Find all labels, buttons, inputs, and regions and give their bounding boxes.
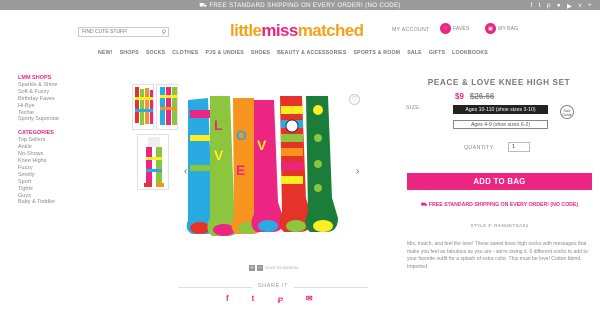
- bag-icon: ▣: [485, 23, 496, 34]
- twitter-icon[interactable]: t: [539, 2, 541, 10]
- main-product-image[interactable]: L V O E V: [178, 80, 368, 262]
- plus-icon[interactable]: +: [588, 2, 592, 10]
- search-icon[interactable]: ⚲: [162, 29, 166, 36]
- pinterest-share-icon[interactable]: ℘: [277, 294, 283, 303]
- sidebar-item[interactable]: Ankle: [18, 144, 108, 151]
- quantity-label: QUANTITY:: [464, 145, 495, 151]
- add-to-faves-button[interactable]: ♡: [349, 94, 360, 105]
- sidebar-item[interactable]: Knee Highs: [18, 158, 108, 165]
- sidebar-item[interactable]: Soft & Fuzzy: [18, 89, 108, 96]
- size-guide-button[interactable]: Size Guide: [560, 105, 574, 119]
- nav-gifts[interactable]: GIFTS: [429, 50, 445, 56]
- svg-text:E: E: [236, 162, 245, 178]
- search-box: ⚲: [78, 27, 169, 37]
- thumbnail-socks-image: [135, 87, 153, 125]
- zoom-controls: + − CLICK TO ZOOM IN: [249, 265, 298, 271]
- main-nav: NEW! SHOPS SOCKS CLOTHES PJS & UNDIES SH…: [98, 50, 488, 56]
- sidebar-item[interactable]: Birthday Faves: [18, 96, 108, 103]
- original-price: $26.66: [469, 92, 495, 101]
- svg-text:O: O: [236, 127, 247, 143]
- sidebar-item[interactable]: Tights: [18, 186, 108, 193]
- sidebar-item[interactable]: Sparkle & Shine: [18, 82, 108, 89]
- size-option-selected[interactable]: Ages 10-110 (shoe sizes 3-10): [453, 105, 548, 114]
- promo-bar: ⛟ FREE STANDARD SHIPPING ON EVERY ORDER!…: [0, 0, 600, 10]
- youtube-icon[interactable]: ▶: [567, 2, 572, 10]
- twitter-share-icon[interactable]: t: [252, 294, 255, 303]
- my-bag-link[interactable]: ▣ MY BAG: [485, 23, 518, 34]
- sidebar-item[interactable]: Baby & Toddler: [18, 199, 108, 206]
- zoom-hint: CLICK TO ZOOM IN: [265, 266, 298, 270]
- chevron-right-icon[interactable]: ›: [356, 166, 359, 177]
- vine-icon[interactable]: v: [578, 2, 582, 10]
- pinterest-icon[interactable]: p: [547, 2, 551, 10]
- nav-sports-room[interactable]: SPORTS & ROOM: [354, 50, 401, 56]
- site-logo[interactable]: littlemissmatched: [230, 21, 364, 41]
- sidebar-item[interactable]: Hi-Bye: [18, 103, 108, 110]
- nav-clothes[interactable]: CLOTHES: [172, 50, 198, 56]
- truck-icon: ⛟: [199, 2, 208, 9]
- product-thumbnail[interactable]: [132, 84, 154, 130]
- product-title: PEACE & LOVE KNEE HIGH SET: [427, 78, 571, 87]
- truck-icon: ⛟: [420, 202, 428, 208]
- nav-lookbooks[interactable]: LOOKBOOKS: [452, 50, 488, 56]
- svg-text:L: L: [214, 117, 223, 133]
- quantity-field[interactable]: 1: [508, 142, 530, 152]
- size-option[interactable]: Ages 4-9 (shoe sizes 6-2): [453, 120, 548, 129]
- sidebar: LMM SHOPS Sparkle & Shine Soft & Fuzzy B…: [18, 75, 108, 206]
- my-account-link[interactable]: MY ACCOUNT: [392, 27, 430, 33]
- sidebar-item[interactable]: Fuzzy: [18, 165, 108, 172]
- share-label: SHARE IT: [251, 283, 295, 289]
- zoom-in-button[interactable]: +: [249, 265, 255, 271]
- sidebar-heading-categories: CATEGORIES: [18, 130, 54, 137]
- heart-icon: ♡: [351, 96, 358, 103]
- facebook-icon[interactable]: f: [531, 2, 533, 10]
- sidebar-item[interactable]: Techie: [18, 110, 108, 117]
- sidebar-item[interactable]: No-Shows: [18, 151, 108, 158]
- free-shipping-notice: ⛟ FREE STANDARD SHIPPING ON EVERY ORDER!…: [420, 202, 579, 208]
- social-links: f t p ● ▶ v +: [531, 2, 592, 10]
- facebook-share-icon[interactable]: f: [226, 294, 229, 303]
- promo-text: ⛟ FREE STANDARD SHIPPING ON EVERY ORDER!…: [199, 2, 401, 9]
- svg-text:V: V: [214, 147, 224, 163]
- product-description: Mix, match, and feel the love! These swe…: [407, 241, 588, 270]
- sidebar-item[interactable]: Sporty Superstar: [18, 116, 108, 123]
- instagram-icon[interactable]: ●: [557, 2, 561, 10]
- faves-link[interactable]: ♡ FAVES: [440, 23, 469, 34]
- price-block: $9 $26.66: [455, 92, 494, 101]
- email-share-icon[interactable]: ✉: [306, 294, 313, 303]
- nav-shops[interactable]: SHOPS: [120, 50, 139, 56]
- socks-illustration: L V O E V: [186, 96, 338, 236]
- style-number: STYLE #: R4464KTSAS1: [470, 223, 529, 228]
- sidebar-item[interactable]: Guys: [18, 193, 108, 200]
- nav-pjs-undies[interactable]: PJS & UNDIES: [205, 50, 243, 56]
- sidebar-item[interactable]: Smelly: [18, 172, 108, 179]
- nav-new[interactable]: NEW!: [98, 50, 113, 56]
- search-input[interactable]: [79, 28, 159, 36]
- svg-text:V: V: [257, 137, 267, 153]
- nav-sale[interactable]: SALE: [407, 50, 422, 56]
- add-to-bag-button[interactable]: ADD TO BAG: [407, 173, 592, 190]
- nav-shoes[interactable]: SHOES: [251, 50, 270, 56]
- heart-icon: ♡: [440, 23, 451, 34]
- sidebar-heading-shops: LMM SHOPS: [18, 75, 52, 81]
- chevron-left-icon[interactable]: ‹: [184, 166, 187, 177]
- sidebar-item[interactable]: Top Sellers: [18, 137, 108, 144]
- nav-beauty-accessories[interactable]: BEAUTY & ACCESSORIES: [277, 50, 346, 56]
- product-thumbnail[interactable]: [137, 134, 169, 190]
- thumbnail-socks-image: [160, 87, 177, 125]
- size-label: SIZE:: [406, 105, 421, 111]
- share-section: SHARE IT: [178, 283, 368, 289]
- share-icons: f t ℘ ✉: [226, 294, 313, 303]
- thumbnail-model-image: [144, 137, 164, 187]
- sidebar-item[interactable]: Sport: [18, 179, 108, 186]
- sale-price: $9: [455, 92, 464, 101]
- product-thumbnail[interactable]: [156, 84, 178, 130]
- nav-socks[interactable]: SOCKS: [146, 50, 165, 56]
- zoom-out-button[interactable]: −: [257, 265, 263, 271]
